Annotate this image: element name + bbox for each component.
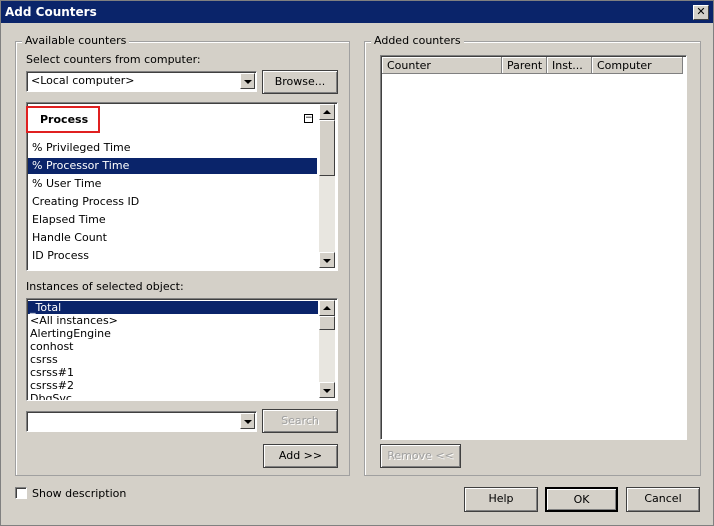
chevron-down-icon[interactable]	[240, 73, 255, 89]
counter-item-selected[interactable]: % Processor Time	[28, 158, 317, 174]
instances-scrollbar[interactable]	[319, 300, 335, 398]
instances-list[interactable]: _Total <All instances> AlertingEngine co…	[26, 298, 338, 401]
instance-item[interactable]: csrss#2	[28, 379, 318, 392]
scroll-down-button[interactable]	[319, 252, 335, 268]
computer-combo-value: <Local computer>	[31, 74, 135, 87]
search-button[interactable]: Search	[262, 409, 338, 433]
scroll-thumb[interactable]	[319, 316, 335, 330]
counters-scrollbar[interactable]	[319, 104, 335, 268]
instance-item[interactable]: conhost	[28, 340, 318, 353]
instance-item[interactable]: csrss	[28, 353, 318, 366]
computer-combo[interactable]: <Local computer>	[26, 71, 257, 92]
show-description-checkbox[interactable]	[15, 487, 27, 499]
added-counters-label: Added counters	[371, 34, 464, 47]
instance-item[interactable]: DbgSvc	[28, 392, 318, 400]
column-header-computer[interactable]: Computer	[592, 57, 683, 74]
collapse-icon[interactable]: −	[304, 114, 313, 123]
instances-label: Instances of selected object:	[26, 280, 184, 293]
dialog-title: Add Counters	[5, 5, 97, 19]
remove-button[interactable]: Remove <<	[380, 444, 461, 468]
instance-item[interactable]: <All instances>	[28, 314, 318, 327]
column-header-counter[interactable]: Counter	[382, 57, 502, 74]
instance-search-combo[interactable]	[26, 411, 257, 432]
counter-item[interactable]: Creating Process ID	[28, 194, 317, 210]
scroll-thumb[interactable]	[319, 120, 335, 176]
process-object-header[interactable]: Process	[26, 106, 100, 133]
column-header-parent[interactable]: Parent	[502, 57, 547, 74]
counter-item[interactable]: Elapsed Time	[28, 212, 317, 228]
counter-item[interactable]: % User Time	[28, 176, 317, 192]
cancel-button[interactable]: Cancel	[626, 487, 700, 512]
scroll-down-button[interactable]	[319, 382, 335, 398]
instance-item[interactable]: csrss#1	[28, 366, 318, 379]
close-icon[interactable]: ✕	[693, 5, 709, 20]
scroll-up-button[interactable]	[319, 300, 335, 316]
added-counters-table[interactable]: Counter Parent Inst... Computer	[380, 55, 687, 440]
chevron-down-icon[interactable]	[240, 413, 255, 429]
help-button[interactable]: Help	[464, 487, 538, 512]
computer-select-label: Select counters from computer:	[26, 53, 201, 66]
scroll-up-button[interactable]	[319, 104, 335, 120]
instance-item-selected[interactable]: _Total	[28, 301, 318, 314]
ok-button[interactable]: OK	[545, 487, 618, 512]
title-bar[interactable]: Add Counters ✕	[1, 1, 713, 23]
column-header-instance[interactable]: Inst...	[547, 57, 592, 74]
counter-item[interactable]: % Privileged Time	[28, 140, 317, 156]
counter-item[interactable]: Handle Count	[28, 230, 317, 246]
object-header-label: Process	[40, 113, 89, 126]
instance-item[interactable]: AlertingEngine	[28, 327, 318, 340]
add-button[interactable]: Add >>	[263, 444, 338, 468]
available-counters-label: Available counters	[22, 34, 130, 47]
counter-item[interactable]: ID Process	[28, 248, 317, 264]
show-description-label[interactable]: Show description	[32, 487, 126, 500]
browse-button[interactable]: Browse...	[262, 70, 338, 94]
